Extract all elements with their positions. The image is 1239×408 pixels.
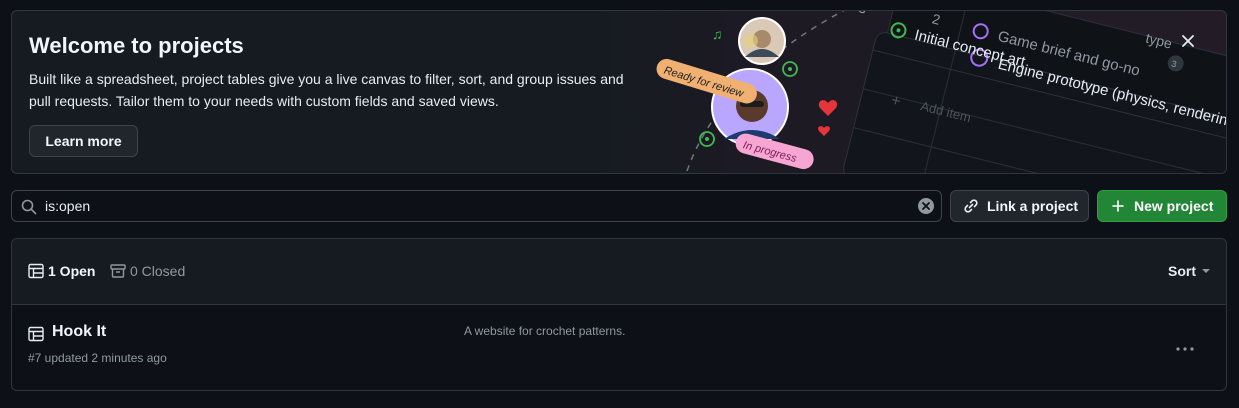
link-icon (964, 199, 978, 213)
caret-down-icon (1202, 269, 1210, 273)
close-banner-icon[interactable] (1177, 30, 1199, 52)
svg-text:♫: ♫ (712, 26, 723, 42)
projects-list: 1 Open 0 Closed Sort Hook It #7 updated … (11, 238, 1227, 391)
table-icon (28, 263, 44, 279)
banner-description: Built like a spreadsheet, project tables… (29, 71, 624, 109)
project-row: Hook It #7 updated 2 minutes ago A websi… (12, 305, 1226, 390)
sort-label: Sort (1168, 263, 1196, 279)
search-icon (21, 199, 37, 215)
project-description: A website for crochet patterns. (464, 324, 626, 338)
table-icon (28, 326, 44, 342)
welcome-banner: Welcome to projects Built like a spreads… (11, 10, 1227, 174)
link-project-label: Link a project (987, 198, 1079, 214)
new-project-button[interactable]: New project (1097, 190, 1227, 222)
project-title-link[interactable]: Hook It (52, 323, 106, 341)
new-project-label: New project (1134, 198, 1214, 214)
banner-illustration: 2 Game brief and go-no type 3 Engine pro… (656, 11, 1226, 173)
clear-search-icon[interactable] (918, 198, 934, 214)
projects-list-header: 1 Open 0 Closed Sort (12, 239, 1226, 305)
open-count: 1 Open (48, 263, 96, 279)
more-options-icon[interactable] (1172, 339, 1198, 359)
plus-icon (1112, 200, 1124, 212)
art-row-number: 3 (857, 11, 869, 17)
closed-filter[interactable]: 0 Closed (110, 263, 185, 279)
search-input[interactable] (45, 191, 905, 221)
sort-menu[interactable]: Sort (1168, 263, 1210, 279)
closed-count: 0 Closed (130, 263, 186, 279)
link-project-button[interactable]: Link a project (950, 190, 1089, 222)
search-bar[interactable] (11, 190, 942, 222)
banner-title: Welcome to projects (29, 33, 244, 58)
open-filter[interactable]: 1 Open (28, 263, 95, 279)
learn-more-button[interactable]: Learn more (29, 125, 138, 157)
archive-icon (110, 264, 126, 278)
project-meta: #7 updated 2 minutes ago (28, 351, 167, 365)
